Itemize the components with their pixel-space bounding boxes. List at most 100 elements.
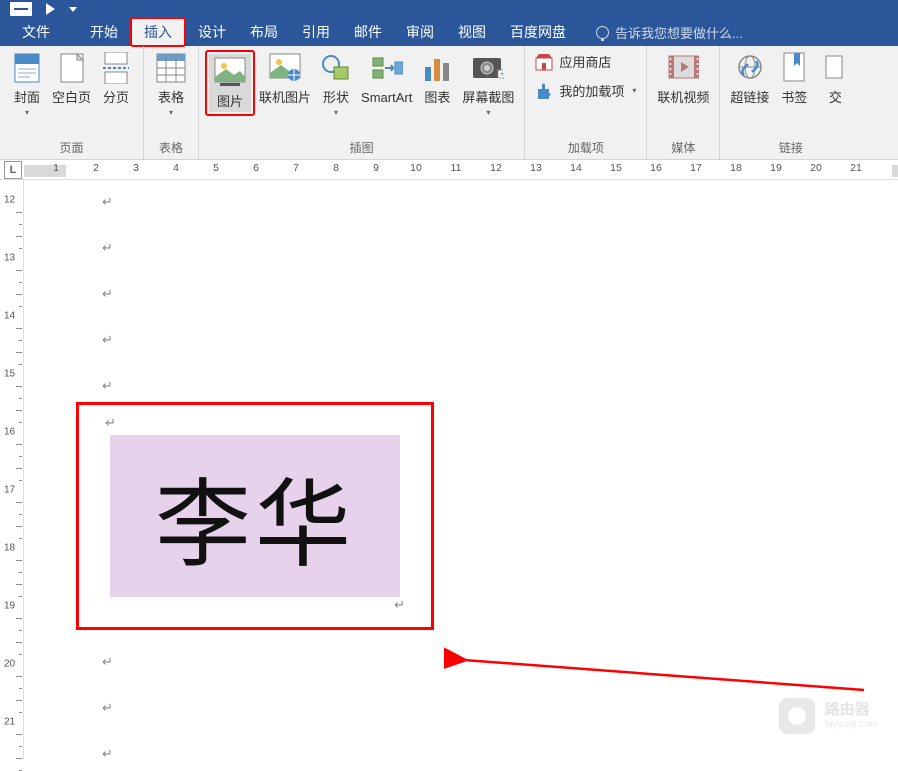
smartart-label: SmartArt: [361, 90, 412, 106]
watermark-title: 路由器: [825, 702, 878, 719]
tab-baidu[interactable]: 百度网盘: [498, 18, 578, 46]
ruler-tick: [19, 480, 22, 481]
hyperlink-icon: [734, 52, 766, 84]
ruler-number: 11: [436, 162, 476, 174]
online-video-icon: [667, 52, 699, 84]
cover-page-button[interactable]: 封面 ▾: [6, 50, 48, 119]
hyperlink-button[interactable]: 超链接: [726, 50, 773, 108]
tab-insert[interactable]: 插入: [130, 17, 186, 47]
ruler-tick: [16, 328, 22, 329]
group-pages: 封面 ▾ 空白页 分页 页面: [0, 46, 144, 159]
tabstop-selector[interactable]: L: [4, 161, 22, 179]
online-picture-button[interactable]: 联机图片: [255, 50, 315, 108]
ruler-number: 7: [276, 162, 316, 174]
group-links-label: 链接: [720, 139, 861, 159]
ruler-number: 14: [4, 311, 15, 322]
vertical-ruler[interactable]: 12131415161718192021: [0, 180, 24, 760]
title-bar: [0, 0, 898, 18]
chart-button[interactable]: 图表: [416, 50, 458, 108]
render-options-icon[interactable]: [10, 2, 32, 16]
tell-me-search[interactable]: 告诉我您想要做什么...: [596, 18, 743, 46]
ruler-number: 13: [4, 253, 15, 264]
table-label: 表格: [158, 90, 184, 106]
ruler-tick: [16, 560, 22, 561]
group-media-label: 媒体: [647, 139, 719, 159]
picture-button[interactable]: 图片: [209, 54, 251, 112]
ruler-tick: [16, 236, 22, 237]
ruler-tick: [16, 758, 22, 759]
ribbon: 封面 ▾ 空白页 分页 页面: [0, 46, 898, 160]
ruler-tick: [16, 468, 22, 469]
blank-page-button[interactable]: 空白页: [48, 50, 95, 108]
group-addins: 应用商店 我的加载项 ▾ 加载项: [525, 46, 647, 159]
ruler-tick: [16, 526, 22, 527]
ruler-tick: [16, 386, 22, 387]
cover-page-icon: [11, 52, 43, 84]
tab-layout[interactable]: 布局: [238, 18, 290, 46]
shapes-label: 形状: [323, 90, 349, 106]
tab-file[interactable]: 文件: [10, 18, 62, 46]
dropdown-arrow-icon: ▾: [25, 108, 29, 117]
ruler-tick: [19, 340, 22, 341]
ruler-tick: [19, 514, 22, 515]
ruler-tick: [19, 538, 22, 539]
table-button[interactable]: 表格 ▾: [150, 50, 192, 119]
ruler-number: 16: [4, 427, 15, 438]
tab-review[interactable]: 审阅: [394, 18, 446, 46]
ruler-number: 20: [4, 659, 15, 670]
horizontal-ruler[interactable]: L 123456789101112131415161718192021: [0, 160, 898, 180]
ruler-number: 14: [556, 162, 596, 174]
ruler-number: 13: [516, 162, 556, 174]
ruler-number: 1: [36, 162, 76, 174]
ruler-tick: [19, 572, 22, 573]
ruler-number: 10: [396, 162, 436, 174]
ruler-tick: [16, 676, 22, 677]
online-video-button[interactable]: 联机视频: [653, 50, 713, 108]
ruler-tick: [16, 642, 22, 643]
tab-view[interactable]: 视图: [446, 18, 498, 46]
ruler-margin-right: [892, 165, 898, 177]
screenshot-label: 屏幕截图: [462, 90, 514, 106]
group-tables: 表格 ▾ 表格: [144, 46, 199, 159]
ruler-number: 2: [76, 162, 116, 174]
play-icon[interactable]: [46, 3, 55, 15]
store-label: 应用商店: [559, 52, 611, 71]
paragraph-mark: ↵: [105, 415, 116, 431]
tab-mailings[interactable]: 邮件: [342, 18, 394, 46]
ruler-tick: [19, 398, 22, 399]
ruler-number: 17: [676, 162, 716, 174]
tab-design[interactable]: 设计: [186, 18, 238, 46]
picture-highlight: 图片: [205, 50, 255, 116]
dropdown-arrow-icon: ▾: [334, 108, 338, 117]
ruler-tick: [16, 294, 22, 295]
page-break-icon: [100, 52, 132, 84]
page-break-button[interactable]: 分页: [95, 50, 137, 108]
ruler-tick: [16, 618, 22, 619]
shapes-button[interactable]: 形状 ▾: [315, 50, 357, 119]
signature-image[interactable]: 李华: [110, 435, 400, 597]
ruler-tick: [19, 654, 22, 655]
bookmark-button[interactable]: 书签: [773, 50, 815, 108]
tab-home[interactable]: 开始: [78, 18, 130, 46]
group-media: 联机视频 媒体: [647, 46, 720, 159]
store-button[interactable]: 应用商店: [535, 52, 636, 71]
cross-reference-button[interactable]: 交: [815, 50, 855, 108]
tab-references[interactable]: 引用: [290, 18, 342, 46]
ruler-number: 18: [716, 162, 756, 174]
ruler-tick: [16, 444, 22, 445]
inserted-image-selection[interactable]: ↵ 李华 ↵: [76, 402, 434, 630]
group-pages-label: 页面: [0, 139, 143, 159]
my-addins-button[interactable]: 我的加载项 ▾: [535, 81, 636, 100]
paragraph-mark: ↵: [102, 378, 113, 394]
tabs-bar: 文件 开始 插入 设计 布局 引用 邮件 审阅 视图 百度网盘 告诉我您想要做什…: [0, 18, 898, 46]
online-video-label: 联机视频: [657, 90, 709, 106]
screenshot-button[interactable]: + 屏幕截图 ▾: [458, 50, 518, 119]
ruler-number: 18: [4, 543, 15, 554]
ruler-number: 16: [636, 162, 676, 174]
blank-page-icon: [56, 52, 88, 84]
smartart-button[interactable]: SmartArt: [357, 50, 416, 108]
ruler-tick: [19, 596, 22, 597]
page[interactable]: ↵ ↵ ↵ ↵ ↵ ↵ 李华 ↵ ↵ ↵ ↵ 路由器 luyouqi.com: [24, 180, 898, 760]
ruler-tick: [19, 688, 22, 689]
qat-dropdown-icon[interactable]: [69, 7, 77, 12]
